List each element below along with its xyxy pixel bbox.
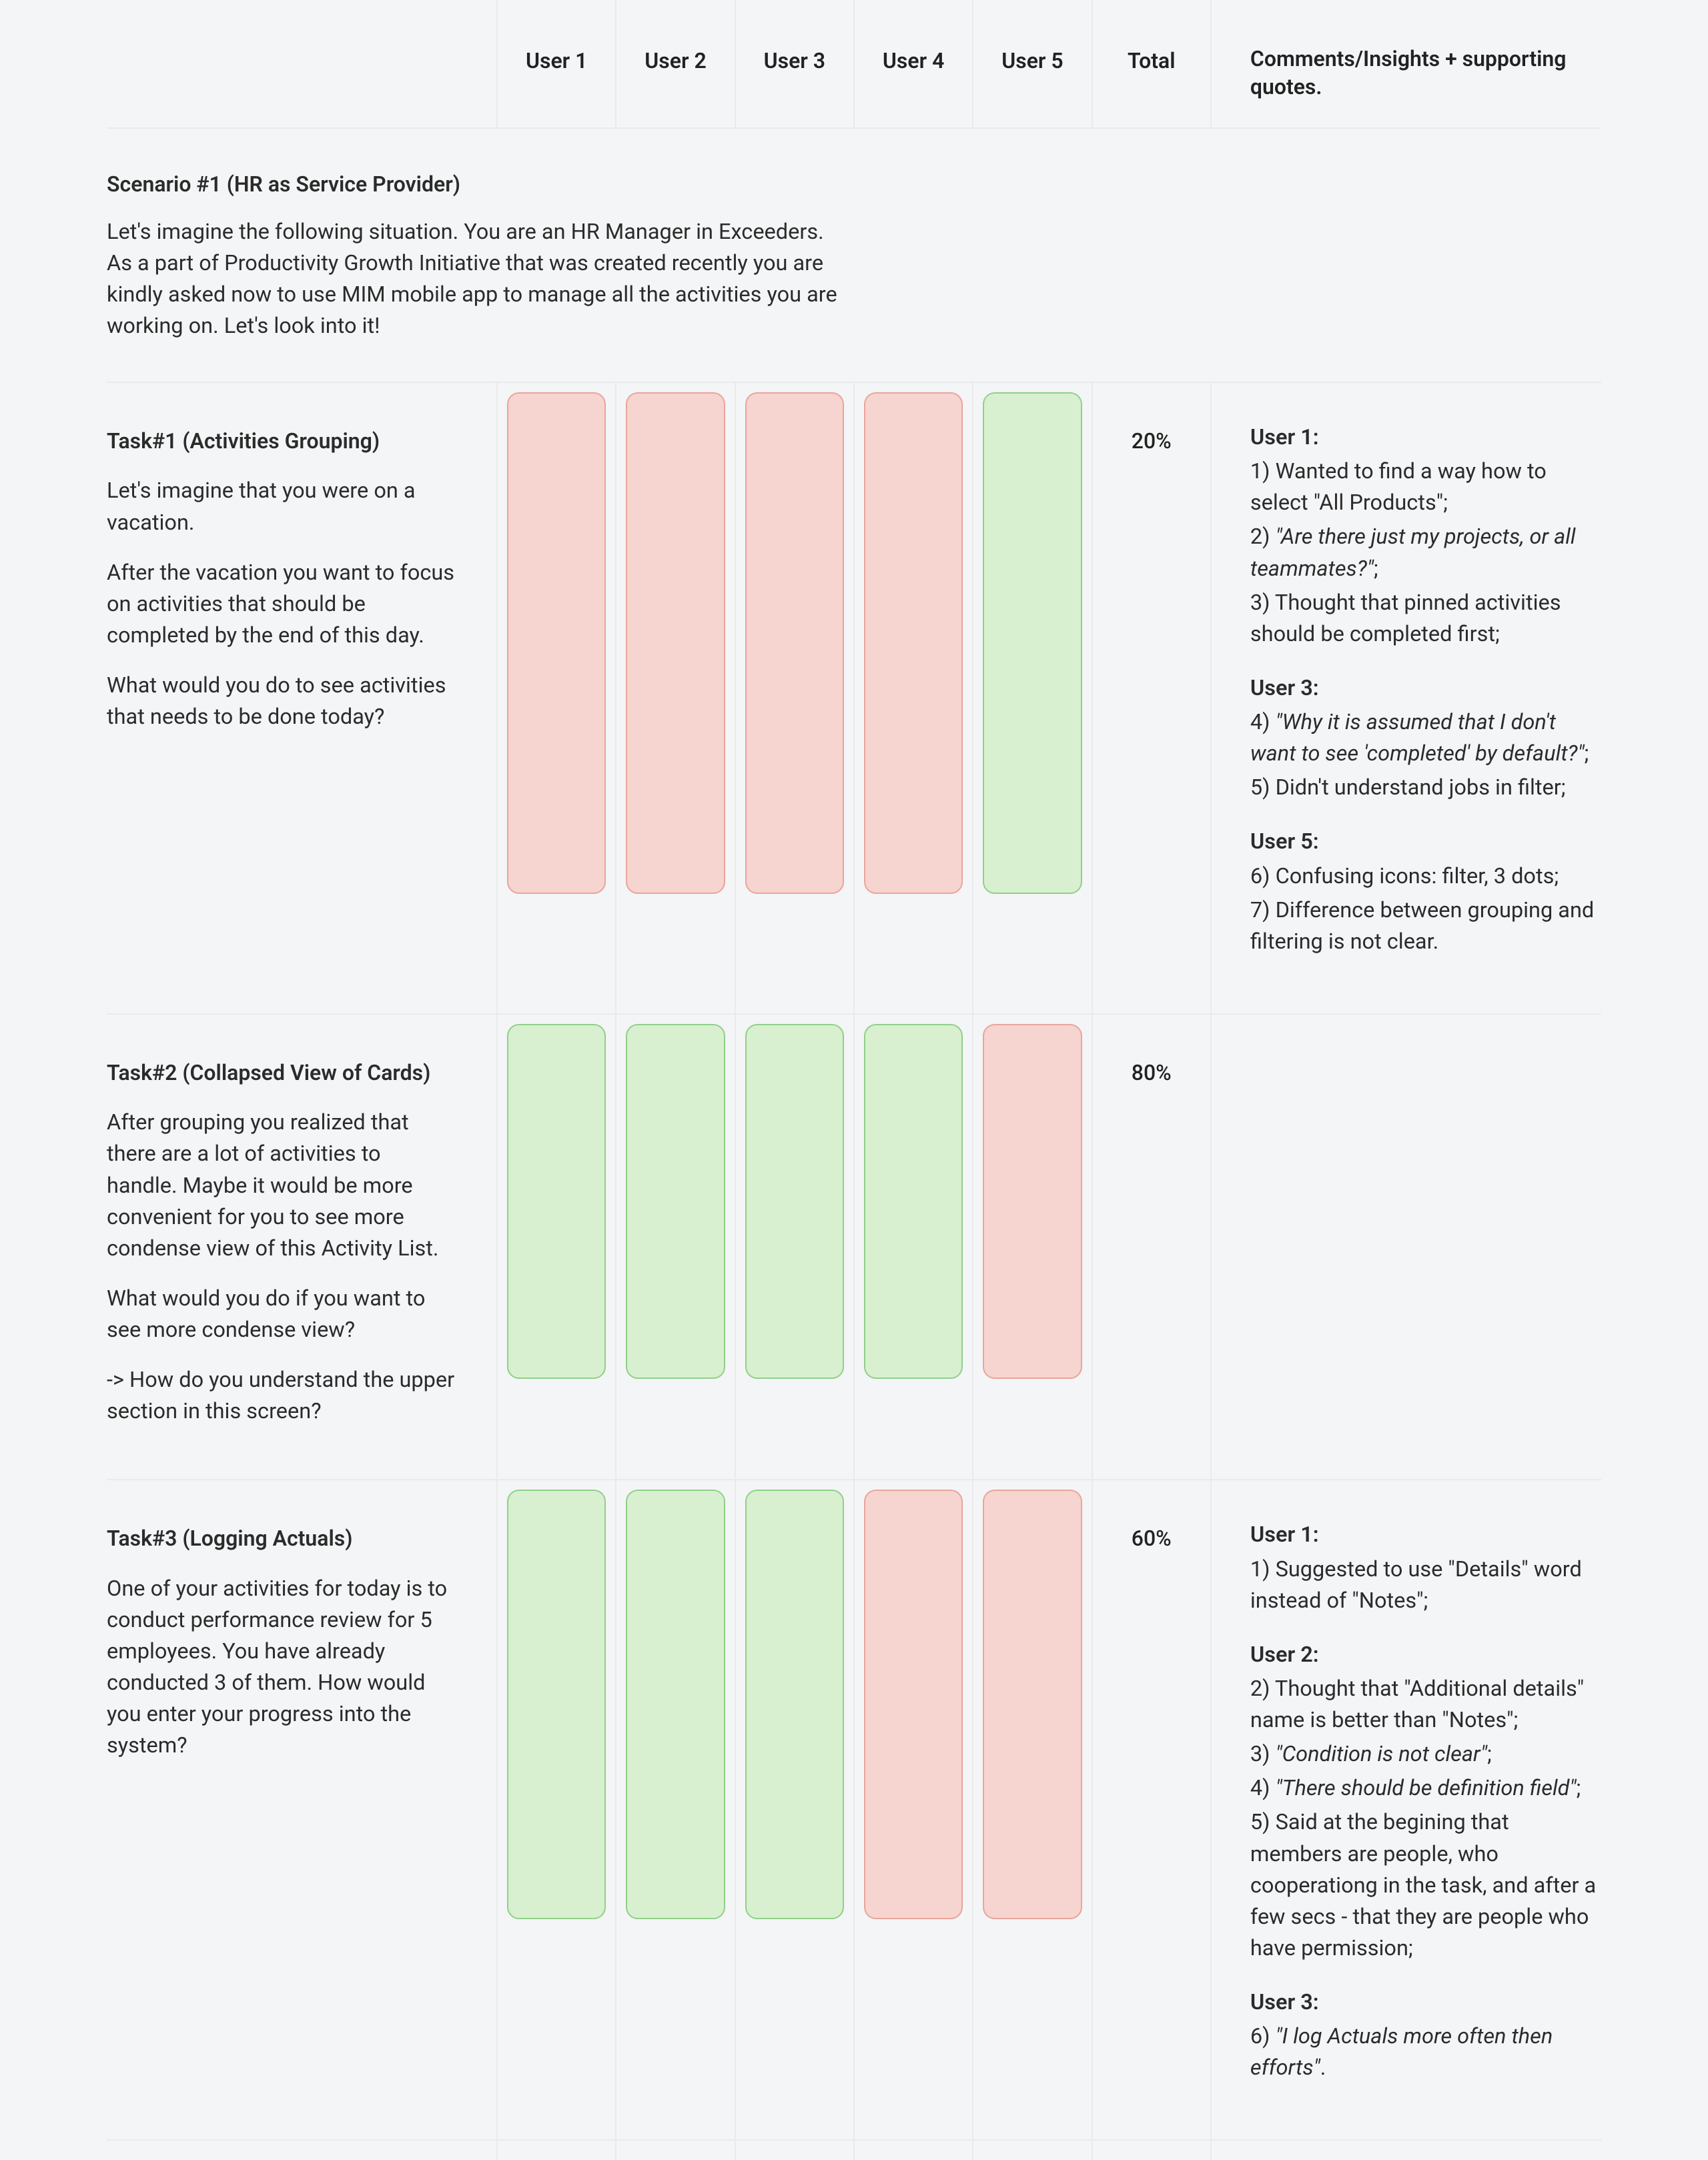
table-row: Task#1 (Activities Grouping) Let's imagi…	[107, 382, 1601, 1014]
result-cell-user4	[854, 1480, 973, 2140]
comment-line: 4) "There should be definition field";	[1250, 1772, 1601, 1804]
comment-block: User 1: 1) Suggested to use "Details" wor…	[1250, 1519, 1601, 1616]
result-block	[507, 1490, 606, 1919]
result-cell-user4	[854, 382, 973, 1014]
task-para: One of your activities for today is to c…	[107, 1573, 456, 1762]
col-comments-header: Comments/Insights + supporting quotes.	[1211, 0, 1601, 128]
comment-line: 7) Difference between grouping and filte…	[1250, 895, 1601, 957]
result-block	[745, 1024, 844, 1379]
result-cell-user4	[854, 1014, 973, 1480]
task-para: What would you do if you want to see mor…	[107, 1283, 456, 1345]
comment-line: 5) Didn't understand jobs in filter;	[1250, 772, 1601, 803]
result-cell-user1	[497, 1014, 616, 1480]
usability-report: User 1 User 2 User 3 User 4 User 5 Total…	[0, 0, 1708, 2160]
result-block	[626, 392, 725, 894]
result-block	[864, 392, 963, 894]
col-user5-header: User 5	[973, 0, 1092, 128]
result-cell-user3	[735, 1014, 854, 1480]
total-cell: 20%	[1092, 382, 1211, 1014]
table-row: Task#3 (Logging Actuals) One of your act…	[107, 1480, 1601, 2140]
col-task-header	[107, 0, 497, 128]
table-row: Task#2 (Collapsed View of Cards) After g…	[107, 1014, 1601, 1480]
comment-user-label: User 3:	[1250, 1987, 1601, 2018]
task-cell: Task#2 (Collapsed View of Cards) After g…	[107, 1014, 497, 1480]
task-para: -> How do you understand the upper secti…	[107, 1364, 456, 1427]
comment-line: 6) "I log Actuals more often then effort…	[1250, 2021, 1601, 2083]
comment-block: User 3:6) "I log Actuals more often then…	[1250, 1987, 1601, 2083]
scenario-description: Let's imagine the following situation. Y…	[107, 216, 841, 342]
comment-line: 3) "Condition is not clear";	[1250, 1738, 1601, 1770]
comments-cell	[1211, 1014, 1601, 1480]
task-title: Task#3 (Logging Actuals)	[107, 1523, 456, 1554]
comment-user-label: User 3:	[1250, 672, 1601, 704]
comment-line: 5) Said at the begining that members are…	[1250, 1806, 1601, 1964]
result-cell-user3	[735, 1480, 854, 2140]
result-block	[507, 1024, 606, 1379]
total-cell: 60%	[1092, 1480, 1211, 2140]
task-title: Task#2 (Collapsed View of Cards)	[107, 1057, 456, 1088]
continuation-row	[107, 2140, 1601, 2160]
col-user1-header: User 1	[497, 0, 616, 128]
result-block	[983, 1490, 1082, 1919]
col-user2-header: User 2	[616, 0, 735, 128]
task-para: After grouping you realized that there a…	[107, 1107, 456, 1264]
result-block	[626, 1490, 725, 1919]
comment-block: User 5: 6) Confusing icons: filter, 3 dot…	[1250, 826, 1601, 957]
task-cell: Task#1 (Activities Grouping) Let's imagi…	[107, 382, 497, 1014]
result-cell-user3	[735, 382, 854, 1014]
comment-block: User 2:2) Thought that "Additional detai…	[1250, 1639, 1601, 1964]
comment-line: 3) Thought that pinned activities should…	[1250, 587, 1601, 650]
task-para: Let's imagine that you were on a vacatio…	[107, 475, 456, 538]
task-para: What would you do to see activities that…	[107, 670, 456, 732]
comment-line: 6) Confusing icons: filter, 3 dots;	[1250, 861, 1601, 892]
comment-user-label: User 1:	[1250, 422, 1601, 453]
result-block	[983, 392, 1082, 894]
result-block	[626, 1024, 725, 1379]
result-cell-user2	[616, 1014, 735, 1480]
task-para: After the vacation you want to focus on …	[107, 557, 456, 651]
comment-user-label: User 5:	[1250, 826, 1601, 857]
result-cell-user5	[973, 1480, 1092, 2140]
result-block	[864, 1490, 963, 1919]
col-user3-header: User 3	[735, 0, 854, 128]
comment-block: User 1:1) Wanted to find a way how to se…	[1250, 422, 1601, 650]
col-user4-header: User 4	[854, 0, 973, 128]
result-cell-user5	[973, 1014, 1092, 1480]
result-cell-user1	[497, 382, 616, 1014]
result-block	[864, 1024, 963, 1379]
result-block	[507, 392, 606, 894]
comment-line: 1) Wanted to find a way how to select "A…	[1250, 456, 1601, 518]
comment-line: 2) Thought that "Additional details" nam…	[1250, 1673, 1601, 1736]
result-cell-user2	[616, 382, 735, 1014]
comment-line: 2) "Are there just my projects, or all t…	[1250, 521, 1601, 584]
scenario-row: Scenario #1 (HR as Service Provider) Let…	[107, 128, 1601, 382]
comments-cell: User 1:1) Wanted to find a way how to se…	[1211, 382, 1601, 1014]
comment-line: 1) Suggested to use "Details" word inste…	[1250, 1554, 1601, 1616]
comment-user-label: User 1:	[1250, 1519, 1601, 1550]
result-block	[983, 1024, 1082, 1379]
results-table: User 1 User 2 User 3 User 4 User 5 Total…	[107, 0, 1601, 2160]
total-cell: 80%	[1092, 1014, 1211, 1480]
result-block	[745, 392, 844, 894]
result-cell-user1	[497, 1480, 616, 2140]
comments-cell: User 1: 1) Suggested to use "Details" wor…	[1211, 1480, 1601, 2140]
result-cell-user2	[616, 1480, 735, 2140]
result-block	[745, 1490, 844, 1919]
col-total-header: Total	[1092, 0, 1211, 128]
table-header: User 1 User 2 User 3 User 4 User 5 Total…	[107, 0, 1601, 128]
task-cell: Task#3 (Logging Actuals) One of your act…	[107, 1480, 497, 2140]
comment-block: User 3:4) "Why it is assumed that I don'…	[1250, 672, 1601, 804]
comment-user-label: User 2:	[1250, 1639, 1601, 1670]
comment-line: 4) "Why it is assumed that I don't want …	[1250, 706, 1601, 769]
scenario-title: Scenario #1 (HR as Service Provider)	[107, 169, 1601, 199]
result-cell-user5	[973, 382, 1092, 1014]
task-title: Task#1 (Activities Grouping)	[107, 426, 456, 456]
